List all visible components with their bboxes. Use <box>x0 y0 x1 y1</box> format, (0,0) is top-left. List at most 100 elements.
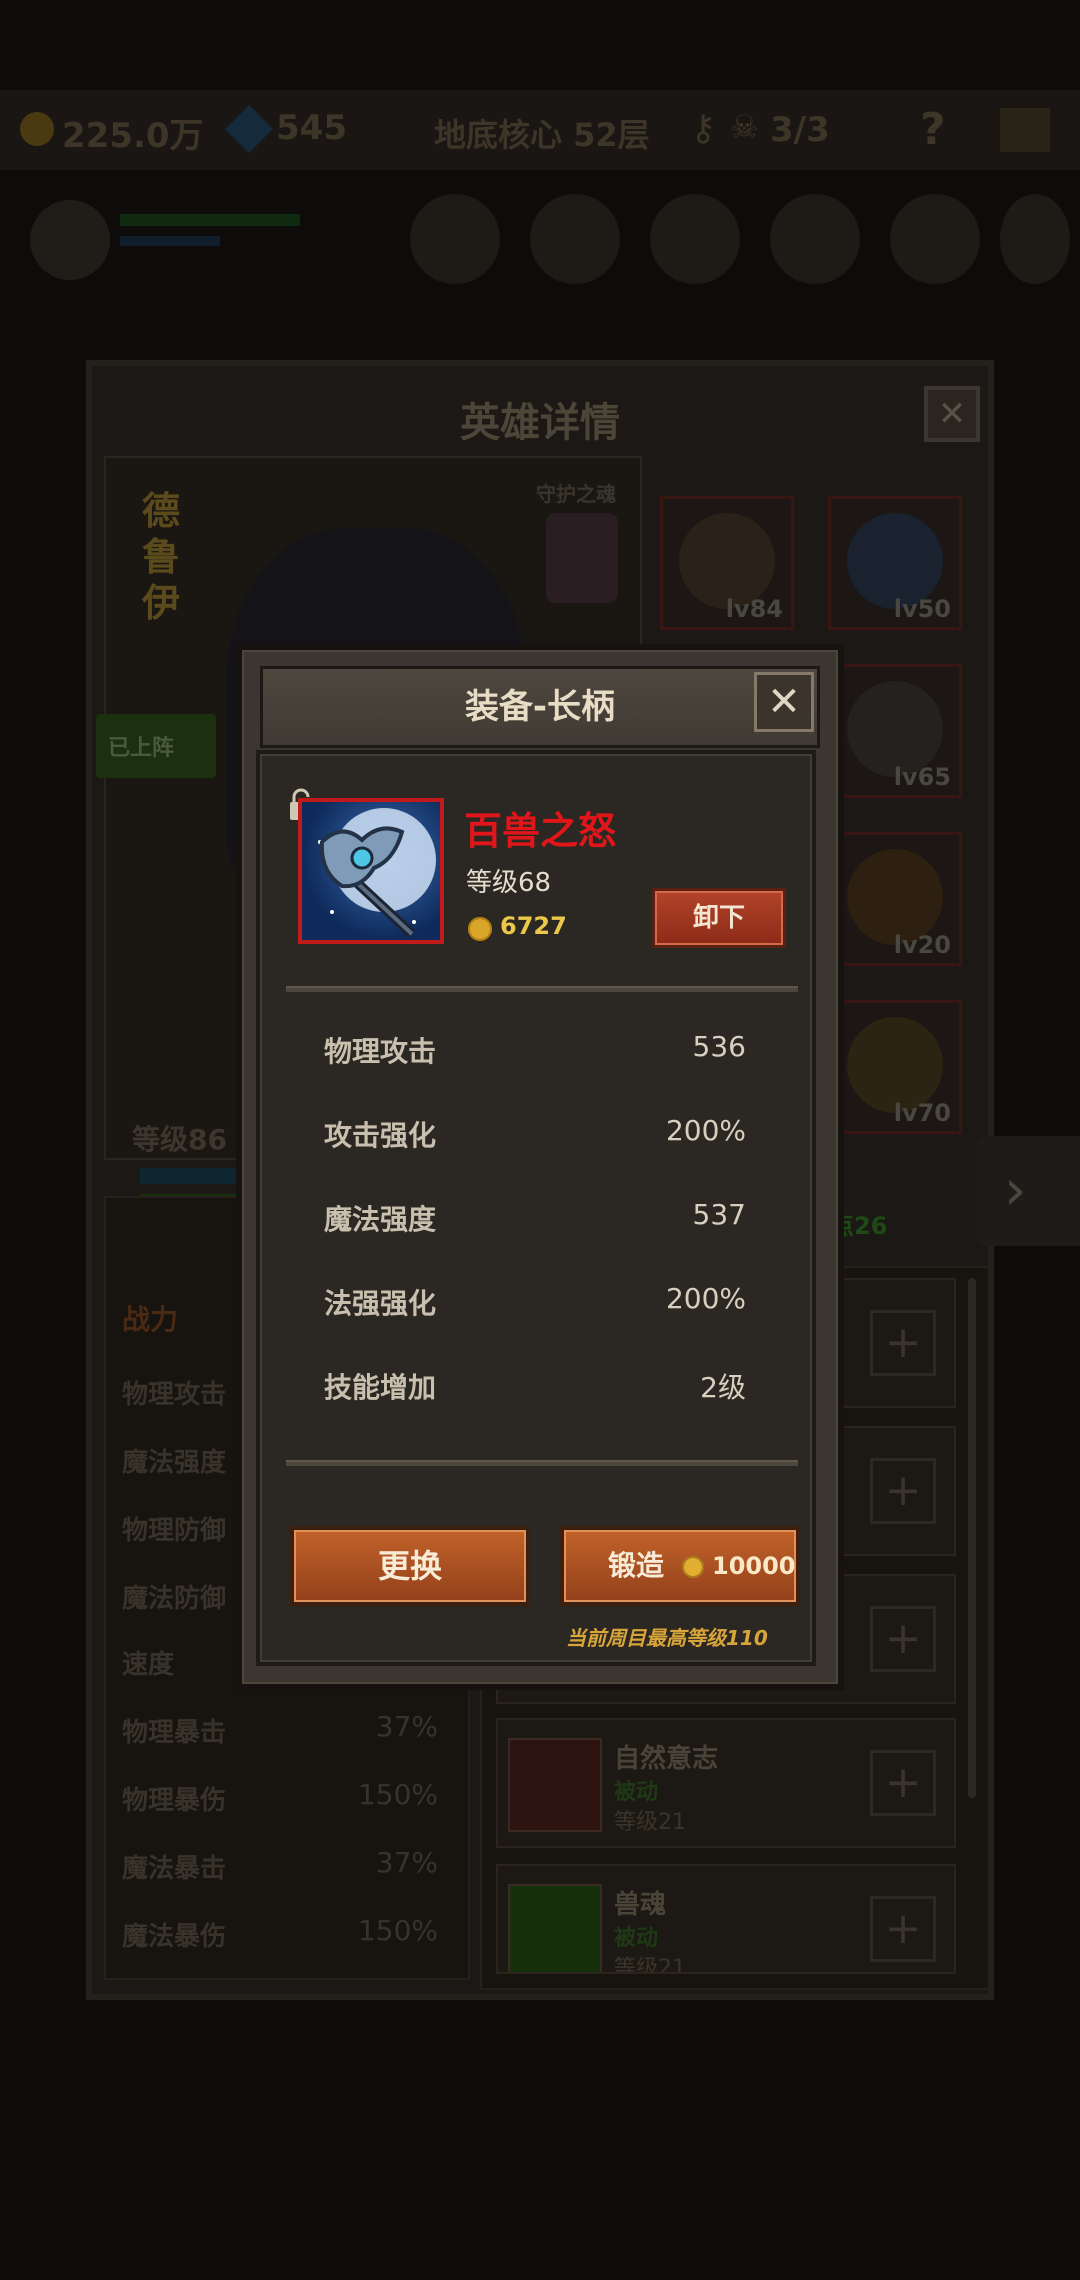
plus-icon: + <box>884 1317 922 1368</box>
deployed-label: 已上阵 <box>108 736 175 761</box>
stat-label: 物理攻击 <box>324 1035 437 1068</box>
divider <box>286 1460 798 1466</box>
skill-level: 等级21 <box>614 1956 686 1974</box>
stat-label: 魔法防御 <box>122 1584 227 1614</box>
team-slot[interactable] <box>410 194 500 284</box>
unequip-button[interactable]: 卸下 <box>652 888 786 948</box>
skill-type: 被动 <box>614 1780 659 1805</box>
close-icon: ✕ <box>767 679 801 725</box>
skill-name: 自然意志 <box>614 1744 719 1774</box>
nature-will-skill-icon <box>508 1738 602 1832</box>
gold-amount: 225.0万 <box>62 116 204 156</box>
deployed-badge: 已上阵 <box>96 714 216 778</box>
upgrade-skill-button[interactable]: + <box>870 1458 936 1524</box>
upgrade-skill-button[interactable]: + <box>870 1750 936 1816</box>
team-slot[interactable] <box>530 194 620 284</box>
coin-icon <box>682 1556 704 1578</box>
max-level-note: 当前周目最高等级110 <box>566 1626 768 1650</box>
team-slot[interactable] <box>770 194 860 284</box>
mp-bar <box>120 236 220 246</box>
upgrade-skill-button[interactable]: + <box>870 1896 936 1962</box>
equip-level: lv70 <box>893 1099 951 1127</box>
equip-level: lv50 <box>893 595 951 623</box>
forge-cost: 10000 <box>712 1552 796 1580</box>
stat-label: 攻击强化 <box>324 1119 437 1152</box>
forge-button[interactable]: 锻造 10000 <box>560 1526 800 1606</box>
stat-label: 魔法强度 <box>122 1448 227 1478</box>
stat-label: 速度 <box>122 1650 175 1680</box>
stat-value: 536 <box>692 1030 746 1063</box>
stat-label: 魔法暴击 <box>122 1854 227 1884</box>
power-tab[interactable]: 战力 <box>122 1298 178 1338</box>
equip-level: lv84 <box>725 595 783 623</box>
team-row <box>20 190 1070 284</box>
equip-slot-necklace[interactable]: lv50 <box>828 496 962 630</box>
hp-bar <box>120 214 300 226</box>
team-slot[interactable] <box>1000 194 1070 284</box>
hero-avatar[interactable] <box>30 200 110 280</box>
team-slot[interactable] <box>890 194 980 284</box>
plus-icon: + <box>884 1465 922 1516</box>
skills-scrollbar[interactable] <box>968 1278 976 1798</box>
stat-label: 物理暴伤 <box>122 1786 227 1816</box>
forge-label: 锻造 <box>608 1549 665 1582</box>
dialog-close-button[interactable]: ✕ <box>754 672 814 732</box>
stat-value: 2级 <box>700 1371 746 1404</box>
hero-level: 等级86 <box>132 1123 227 1156</box>
stat-label: 法强强化 <box>324 1287 437 1320</box>
skull-icon: ☠ <box>730 108 759 146</box>
gem-amount: 545 <box>276 108 347 148</box>
item-name: 百兽之怒 <box>464 809 617 853</box>
halberd-axe-icon <box>318 808 436 938</box>
stat-value: 150% <box>357 1914 438 1947</box>
upgrade-skill-button[interactable]: + <box>870 1606 936 1672</box>
top-resource-bar: 225.0万 545 地底核心 52层 ⚷ ☠ 3/3 ? <box>0 90 1080 170</box>
key-count: 3/3 <box>770 110 830 150</box>
replace-button[interactable]: 更换 <box>290 1526 530 1606</box>
stat-value: 37% <box>375 1710 438 1743</box>
panel-close-button[interactable]: ✕ <box>924 386 980 442</box>
beast-soul-skill-icon <box>508 1884 602 1972</box>
equip-level: lv65 <box>893 763 951 791</box>
unequip-label: 卸下 <box>692 903 745 933</box>
soul-label: 守护之魂 <box>536 482 616 506</box>
divider <box>286 986 798 992</box>
stat-label: 物理攻击 <box>122 1380 227 1410</box>
team-slot[interactable] <box>650 194 740 284</box>
equip-slot-helmet[interactable]: lv65 <box>828 664 962 798</box>
close-icon: ✕ <box>937 394 967 434</box>
stat-value: 200% <box>665 1114 746 1147</box>
equip-slot-ring[interactable]: lv20 <box>828 832 962 966</box>
equip-slot-armor[interactable]: lv84 <box>660 496 794 630</box>
soul-icon[interactable] <box>546 513 618 603</box>
chevron-right-icon: › <box>1004 1158 1027 1223</box>
item-icon-frame[interactable] <box>298 798 444 944</box>
dialog-title: 装备-长柄 <box>464 687 616 727</box>
stat-value: 537 <box>692 1198 746 1231</box>
skill-type: 被动 <box>614 1926 659 1951</box>
help-button[interactable]: ? <box>920 104 946 155</box>
equip-slot-accessory[interactable]: lv70 <box>828 1000 962 1134</box>
upgrade-skill-button[interactable]: + <box>870 1310 936 1376</box>
hero-name: 德鲁伊 <box>142 489 181 625</box>
coin-icon <box>468 917 492 941</box>
plus-icon: + <box>884 1757 922 1808</box>
stat-value: 37% <box>375 1846 438 1879</box>
skill-row[interactable]: 兽魂 被动 等级21 + <box>496 1864 956 1974</box>
skill-row[interactable]: 自然意志 被动 等级21 + <box>496 1718 956 1848</box>
stage-label[interactable]: 地底核心 52层 <box>434 110 650 156</box>
chest-icon[interactable] <box>1000 108 1050 152</box>
item-level: 等级68 <box>466 868 552 898</box>
plus-icon: + <box>884 1613 922 1664</box>
skill-level: 等级21 <box>614 1810 686 1835</box>
panel-title: 英雄详情 <box>460 400 620 446</box>
stat-label: 物理暴击 <box>122 1718 227 1748</box>
stat-label: 技能增加 <box>324 1371 437 1404</box>
dialog-header: 装备-长柄 <box>260 666 820 748</box>
gem-icon <box>224 104 274 154</box>
next-hero-button[interactable]: › <box>976 1136 1080 1246</box>
replace-label: 更换 <box>377 1547 442 1585</box>
stat-label: 物理防御 <box>122 1516 227 1546</box>
stat-value: 200% <box>665 1282 746 1315</box>
stat-label: 魔法强度 <box>324 1203 437 1236</box>
